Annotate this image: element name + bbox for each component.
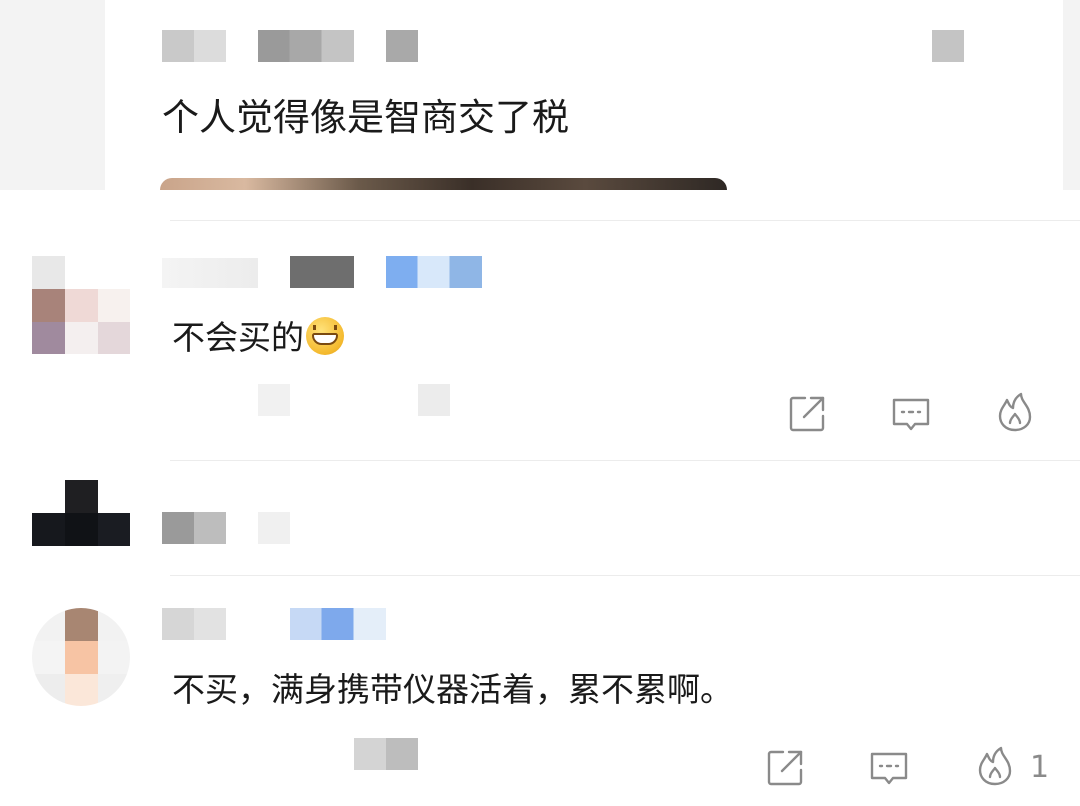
comment-meta-blurred	[258, 384, 290, 416]
comment-thread: 个人觉得像是智商交了税 不会买的 不买，满身携带仪器活着，累不累啊。 1	[0, 0, 1080, 806]
username-blurred[interactable]	[162, 512, 226, 544]
comment-text: 不买，满身携带仪器活着，累不累啊。	[172, 670, 733, 709]
quoted-comment-image[interactable]	[160, 178, 727, 190]
divider	[170, 575, 1080, 576]
quoted-comment-text: 个人觉得像是智商交了税	[162, 96, 569, 139]
fire-like-icon[interactable]	[993, 390, 1037, 434]
reply-icon[interactable]	[889, 392, 933, 436]
user-tag-blurred	[258, 512, 290, 544]
quoted-meta-blurred-2	[386, 30, 418, 62]
quoted-time-blurred	[932, 30, 964, 62]
avatar[interactable]	[32, 480, 130, 546]
username-blurred[interactable]	[162, 258, 258, 288]
share-icon[interactable]	[763, 746, 807, 790]
divider	[170, 220, 1080, 221]
share-icon[interactable]	[785, 392, 829, 436]
fire-like-icon[interactable]	[973, 744, 1017, 788]
divider	[170, 460, 1080, 461]
comment-text-content: 不会买的	[172, 318, 304, 357]
user-badge-blurred	[290, 608, 386, 640]
avatar[interactable]	[32, 608, 130, 706]
quoted-username-blurred	[162, 30, 226, 62]
comment-meta-blurred-2	[418, 384, 450, 416]
quoted-meta-blurred	[258, 30, 354, 62]
grinning-face-emoji-icon	[306, 317, 344, 355]
avatar[interactable]	[32, 256, 130, 354]
user-badge-blurred	[386, 256, 482, 288]
like-count: 1	[1030, 750, 1050, 785]
username-blurred[interactable]	[162, 608, 226, 640]
comment-text: 不会买的	[172, 316, 344, 360]
reply-icon[interactable]	[867, 746, 911, 790]
comment-meta-blurred	[354, 738, 418, 770]
user-tag-blurred	[290, 256, 354, 288]
